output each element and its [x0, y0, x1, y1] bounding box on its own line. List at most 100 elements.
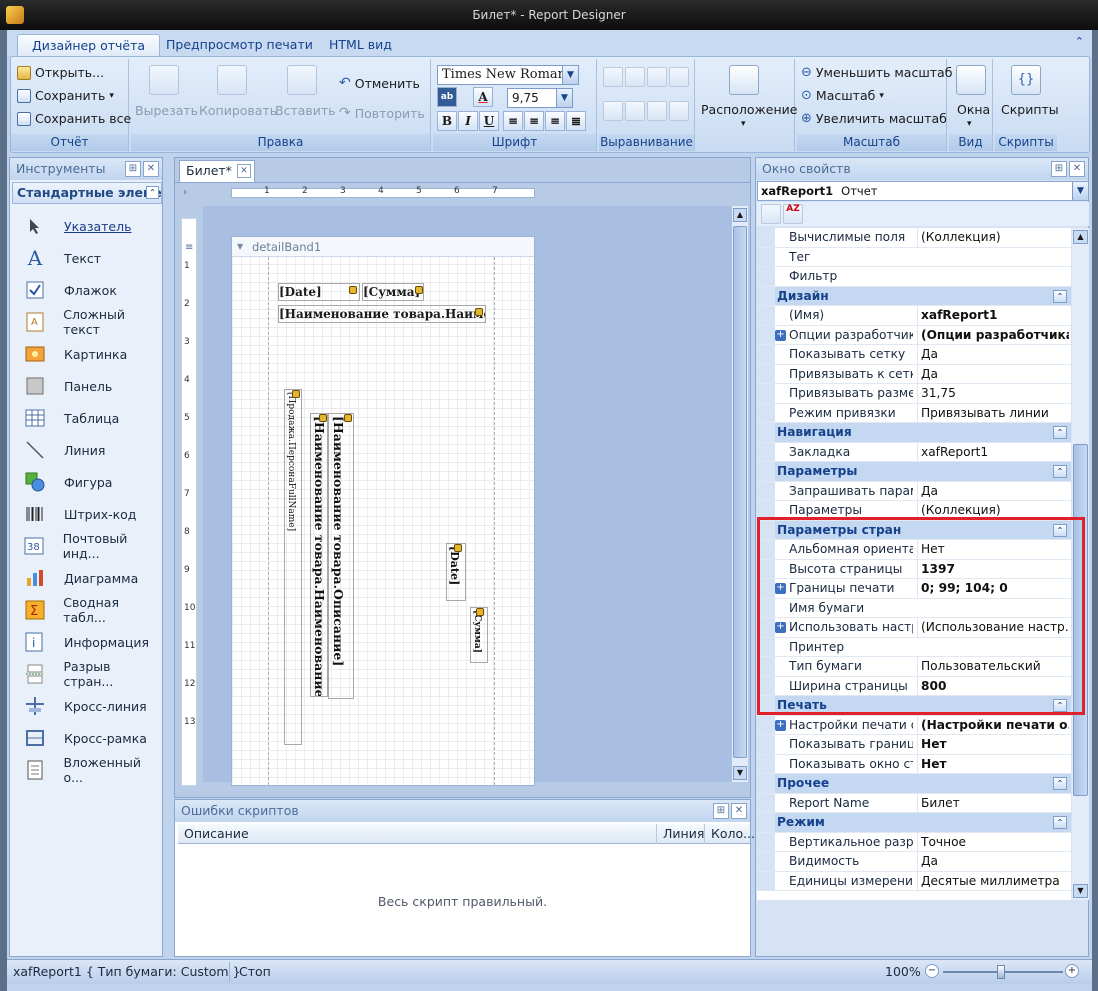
property-value[interactable]: Десятые миллиметра [917, 871, 1069, 891]
property-row[interactable]: (Имя) xafReport1 [757, 306, 1071, 326]
column-count[interactable]: Коло... [704, 824, 755, 844]
toolbox-item-pointer[interactable]: Указатель [24, 212, 131, 240]
property-category[interactable]: Дизайн ⌃ [757, 286, 1071, 306]
layout-button[interactable]: Расположение [701, 102, 797, 117]
redo-button[interactable]: ↷ Повторить [339, 105, 425, 121]
align-rights-icon[interactable] [647, 67, 667, 87]
zoom-in-button[interactable]: ⊕ Увеличить масштаб [801, 111, 947, 126]
scroll-up-icon[interactable]: ▲ [733, 208, 747, 222]
property-value[interactable]: Нет [917, 754, 1069, 774]
align-centers-icon[interactable] [625, 67, 645, 87]
size-to-grid-icon[interactable] [669, 101, 689, 121]
field-date[interactable]: [Date] [278, 283, 360, 301]
expand-icon[interactable]: + [775, 329, 786, 341]
tab-html-view[interactable]: HTML вид [315, 34, 406, 56]
zoom-out-button[interactable]: ⊖ Уменьшить масштаб [801, 65, 952, 80]
pin-icon[interactable]: ⊞ [125, 161, 141, 177]
toolbox-item-cross-band[interactable]: Кросс-рамка [24, 724, 147, 752]
justify-icon[interactable]: ≣ [566, 111, 586, 131]
toolbox-item-info[interactable]: i Информация [24, 628, 149, 656]
save-button[interactable]: Сохранить ▾ [17, 88, 114, 103]
property-value[interactable]: Точное [917, 832, 1069, 852]
property-row[interactable]: Вертикальное разре Точное [757, 832, 1071, 852]
property-value[interactable]: xafReport1 [917, 306, 1069, 325]
toolbox-item-pivot[interactable]: Σ Сводная табл... [24, 595, 162, 625]
bold-button[interactable]: B [437, 111, 457, 131]
categorized-icon[interactable] [761, 204, 781, 224]
property-row[interactable]: Фильтр [757, 267, 1071, 287]
property-value[interactable]: xafReport1 [917, 442, 1069, 462]
scroll-thumb[interactable] [733, 226, 747, 758]
chevron-right-icon[interactable]: › [183, 187, 187, 198]
property-value[interactable]: Билет [917, 793, 1069, 813]
app-icon[interactable] [6, 6, 24, 24]
property-value[interactable]: 31,75 [917, 384, 1069, 403]
property-value[interactable]: (Опции разработчика) [917, 325, 1069, 345]
align-bottoms-icon[interactable] [647, 101, 667, 121]
column-line[interactable]: Линия [656, 824, 704, 844]
toolbox-item-shape[interactable]: Фигура [24, 468, 112, 496]
save-all-button[interactable]: Сохранить все [17, 111, 131, 126]
property-row[interactable]: Тег [757, 247, 1071, 267]
collapse-icon[interactable]: ⌃ [1053, 816, 1067, 829]
underline-button[interactable]: U [479, 111, 499, 131]
property-row[interactable]: Закладка xafReport1 [757, 442, 1071, 462]
scroll-up-icon[interactable]: ▲ [1073, 230, 1088, 244]
align-tops-icon[interactable] [603, 101, 623, 121]
cut-button[interactable]: Вырезать [135, 103, 198, 118]
toolbox-category[interactable]: Стандартные элеме ⌃ [12, 182, 162, 204]
toolbox-item-rich-text[interactable]: A Сложный текст [24, 307, 162, 337]
toolbox-item-checkbox[interactable]: Флажок [24, 276, 117, 304]
object-selector[interactable]: xafReport1 Отчет ▼ [757, 181, 1089, 201]
pin-icon[interactable]: ⊞ [1051, 161, 1067, 177]
close-icon[interactable]: ✕ [237, 164, 251, 178]
windows-button[interactable]: Окна [957, 102, 990, 117]
sort-alpha-icon[interactable]: AZ [783, 204, 803, 224]
scroll-down-icon[interactable]: ▼ [1073, 884, 1088, 898]
property-category[interactable]: Прочее ⌃ [757, 774, 1071, 794]
scripts-button[interactable]: Скрипты [1001, 102, 1059, 117]
property-category[interactable]: Режим ⌃ [757, 813, 1071, 833]
field-desc-vertical[interactable]: [Наименование товара.Описание] [328, 413, 354, 699]
paste-button[interactable]: Вставить [275, 103, 336, 118]
property-row[interactable]: Report Name Билет [757, 793, 1071, 813]
align-right-icon[interactable]: ≡ [545, 111, 565, 131]
zoom-button[interactable]: ⊙ Масштаб ▾ [801, 88, 884, 103]
toolbox-item-chart[interactable]: Диаграмма [24, 564, 138, 592]
toolbox-item-table[interactable]: Таблица [24, 404, 119, 432]
zoom-minus-icon[interactable]: − [925, 964, 939, 978]
zoom-slider-thumb[interactable] [997, 965, 1005, 979]
toolbox-item-barcode[interactable]: Штрих-код [24, 500, 136, 528]
column-description[interactable]: Описание [184, 824, 249, 844]
pin-icon[interactable]: ⊞ [713, 803, 729, 819]
close-icon[interactable]: ✕ [731, 803, 747, 819]
band-menu-icon[interactable]: ≡ [185, 242, 193, 253]
close-icon[interactable]: ✕ [1069, 161, 1085, 177]
field-sale-vertical[interactable]: [Продажа.ПерсонаFullName] [284, 389, 302, 745]
property-row[interactable]: + Опции разработчика (Опции разработчика) [757, 325, 1071, 345]
scroll-down-icon[interactable]: ▼ [733, 766, 747, 780]
close-icon[interactable]: ✕ [143, 161, 159, 177]
property-row[interactable]: Запрашивать параме Да [757, 481, 1071, 501]
font-name-combo[interactable]: Times New Roman ▼ [437, 65, 579, 85]
property-row[interactable]: Привязывать к сетке Да [757, 364, 1071, 384]
align-left-icon[interactable]: ≡ [503, 111, 523, 131]
font-size-combo[interactable]: 9,75 ▼ [507, 88, 573, 108]
property-value[interactable]: (Коллекция) [917, 228, 1069, 247]
chevron-down-icon[interactable]: ▼ [237, 237, 243, 257]
field-name[interactable]: [Наименование товара.Наименование] [278, 305, 486, 323]
align-middles-icon[interactable] [625, 101, 645, 121]
collapse-icon[interactable]: ⌃ [1053, 777, 1067, 790]
undo-button[interactable]: ↶ Отменить [339, 75, 420, 91]
band-header[interactable]: ▼ detailBand1 [232, 237, 534, 257]
tab-print-preview[interactable]: Предпросмотр печати [152, 34, 327, 56]
property-value[interactable]: Да [917, 852, 1069, 871]
collapse-icon[interactable]: ⌃ [1053, 465, 1067, 478]
designer-scrollbar[interactable]: ▲ ▼ [732, 206, 748, 782]
toolbox-item-panel[interactable]: Панель [24, 372, 112, 400]
align-to-grid-icon[interactable] [669, 67, 689, 87]
toolbox-item-text[interactable]: A Текст [24, 244, 101, 272]
zoom-plus-icon[interactable]: + [1065, 964, 1079, 978]
collapse-icon[interactable]: ⌃ [1053, 426, 1067, 439]
property-row[interactable]: Привязывать размер 31,75 [757, 384, 1071, 404]
